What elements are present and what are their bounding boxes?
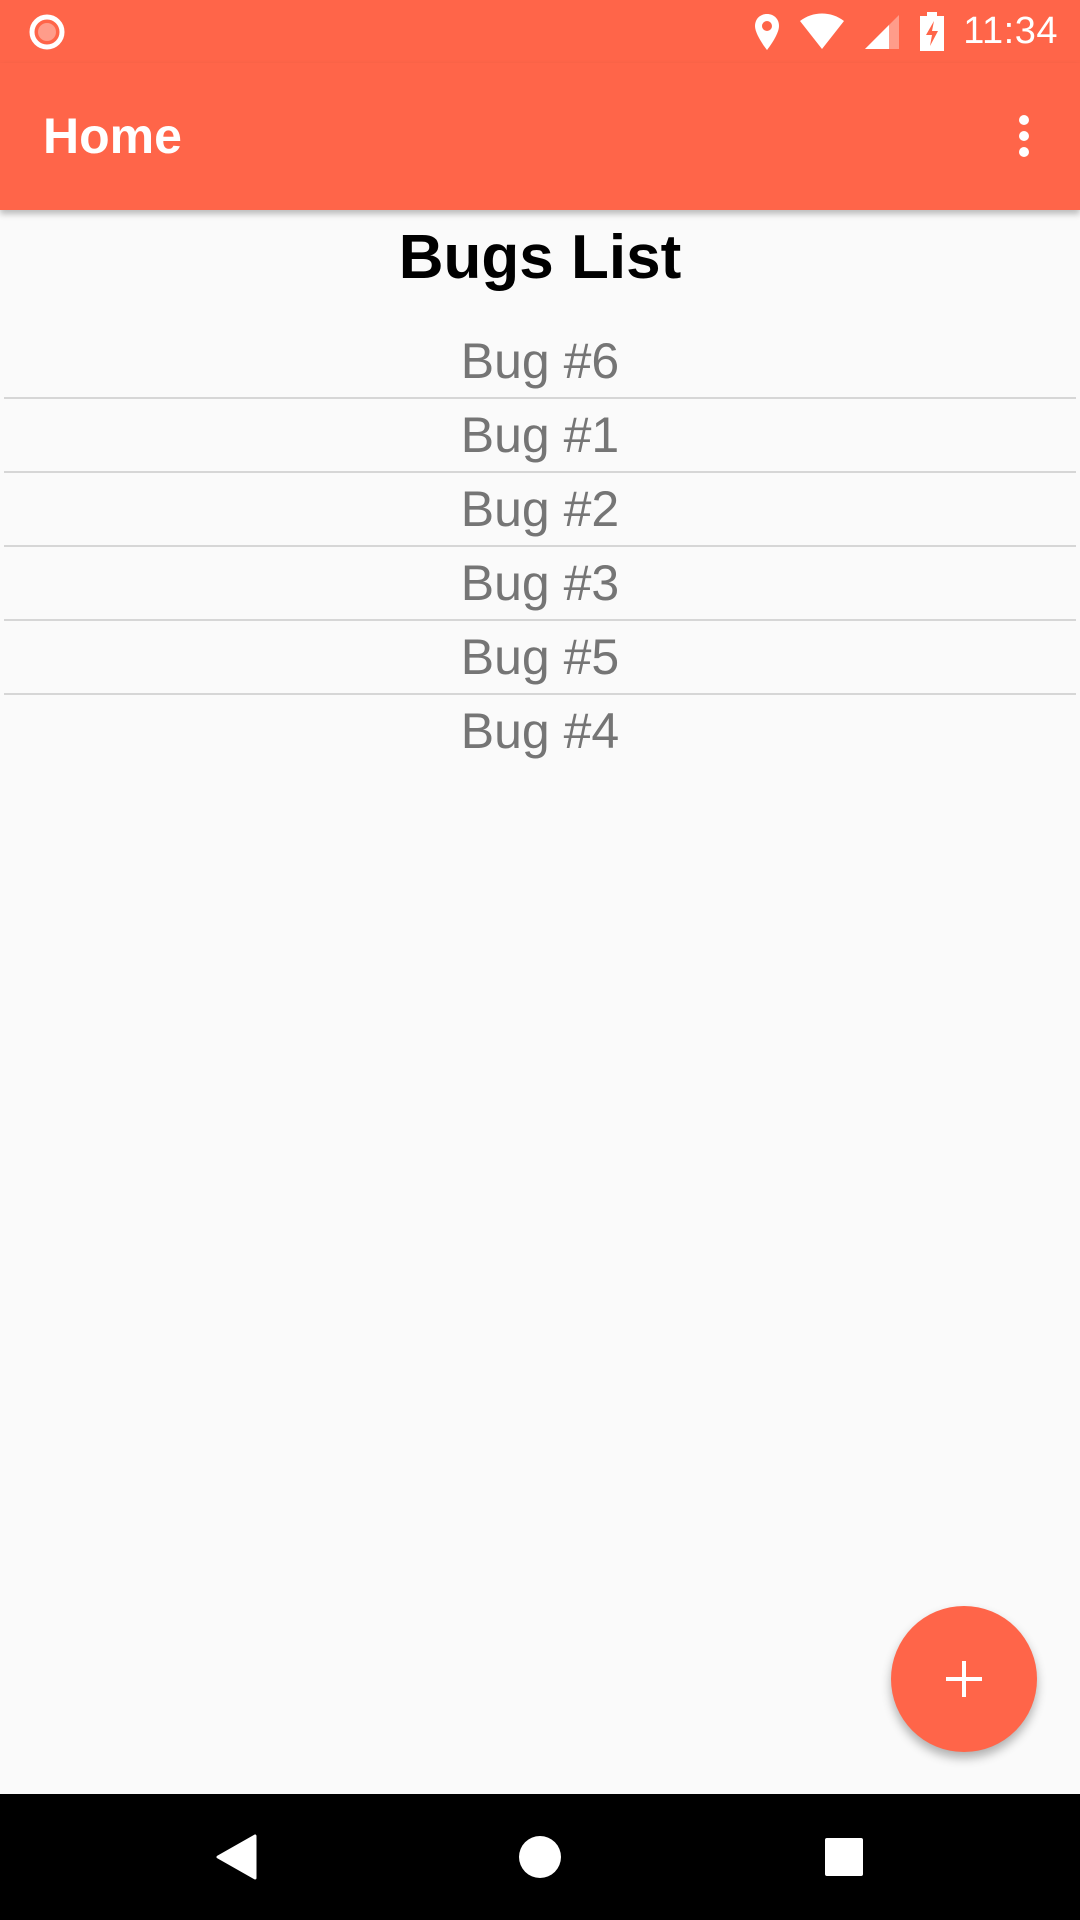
status-bar: 11:34 [0, 0, 1080, 63]
add-bug-button[interactable] [891, 1606, 1037, 1752]
navigation-bar [0, 1794, 1080, 1920]
back-button[interactable] [173, 1794, 299, 1920]
back-icon [216, 1834, 257, 1880]
home-button[interactable] [477, 1794, 603, 1920]
content: Bugs List Bug #6 Bug #1 Bug #2 Bug #3 Bu… [0, 210, 1080, 1794]
status-time: 11:34 [963, 10, 1058, 52]
recents-icon [825, 1838, 863, 1876]
cellular-signal-icon [865, 14, 900, 49]
overflow-menu-button[interactable] [982, 94, 1066, 178]
location-icon [755, 13, 780, 50]
more-vert-icon [1019, 115, 1029, 157]
list-item[interactable]: Bug #4 [4, 695, 1076, 767]
recents-button[interactable] [781, 1794, 907, 1920]
screen: 11:34 Home Bugs List Bug #6 Bug #1 Bug #… [0, 0, 1080, 1920]
status-icons: 11:34 [753, 0, 1058, 63]
list-item[interactable]: Bug #2 [4, 473, 1076, 547]
list-heading: Bugs List [398, 223, 682, 292]
list-item[interactable]: Bug #6 [4, 325, 1076, 399]
wifi-icon [800, 13, 845, 49]
page-title: Home [43, 108, 182, 164]
list-item[interactable]: Bug #3 [4, 547, 1076, 621]
list-item[interactable]: Bug #1 [4, 399, 1076, 473]
app-bar: Home [0, 63, 1080, 210]
battery-charging-icon [920, 11, 945, 51]
bug-list: Bug #6 Bug #1 Bug #2 Bug #3 Bug #5 Bug #… [4, 325, 1076, 767]
record-indicator-icon [29, 14, 65, 50]
list-item[interactable]: Bug #5 [4, 621, 1076, 695]
plus-icon [946, 1661, 982, 1697]
home-icon [519, 1836, 561, 1878]
